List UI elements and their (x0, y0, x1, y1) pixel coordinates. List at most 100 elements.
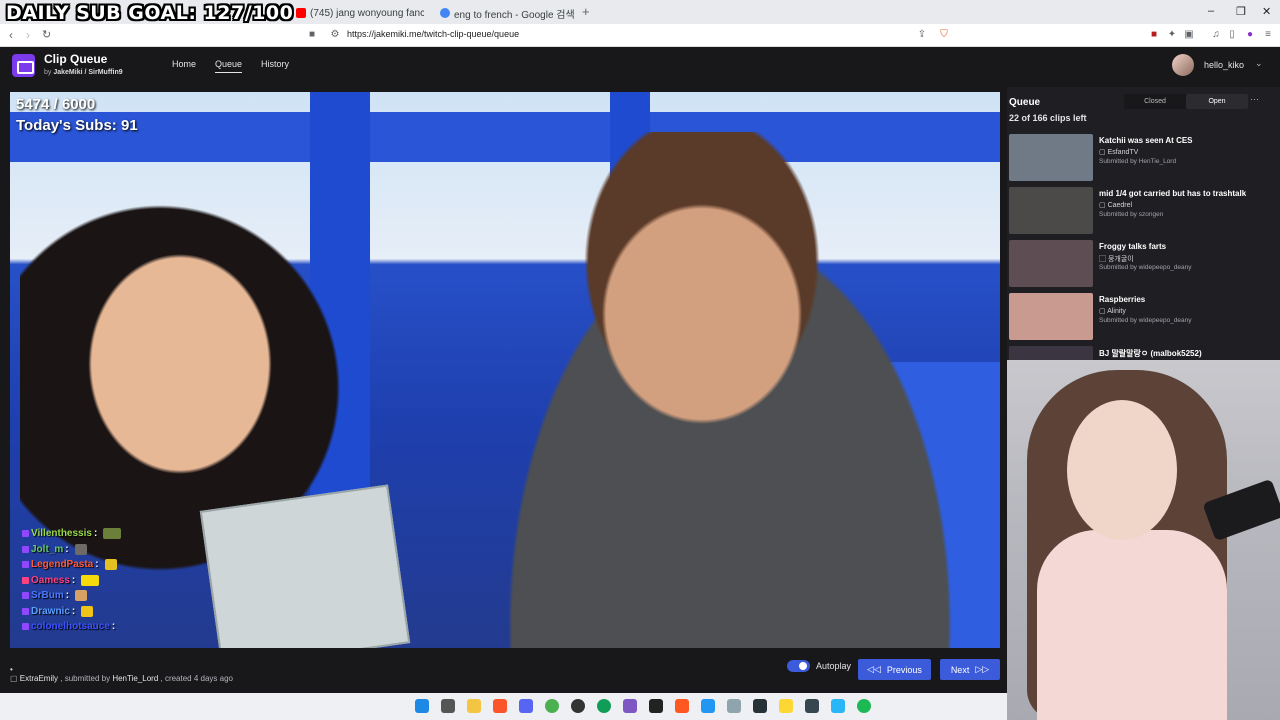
clip-submitter: HenTie_Lord (112, 674, 159, 683)
bookmark-icon[interactable]: ■ (306, 29, 318, 41)
brave-icon[interactable] (493, 699, 507, 713)
sub-counter: 5474 / 6000 (16, 96, 96, 113)
chat-bubble-icon: ▢ (10, 674, 18, 683)
media-icon[interactable]: ♫ (1210, 29, 1222, 41)
new-tab-button[interactable]: + (582, 4, 590, 19)
brave-shield-icon[interactable]: ⛉ (938, 29, 950, 41)
user-name[interactable]: hello_kiko (1204, 60, 1244, 70)
app-authors: by JakeMiki / SirMuffin9 (44, 69, 123, 76)
queue-title: Queue (1009, 97, 1041, 108)
badge-icon (22, 561, 29, 569)
status-dot: • (10, 665, 13, 674)
chat-colon: : (65, 543, 69, 555)
queue-item[interactable]: mid 1/4 got carried but has to trashtalk… (1009, 187, 1274, 237)
menu-icon[interactable]: ≡ (1262, 29, 1274, 41)
sub-goal-overlay: DAILY SUB GOAL: 127/100 (6, 2, 294, 24)
emote-icon (75, 590, 88, 602)
queue-item[interactable]: Katchii was seen At CES ▢ EsfandTV Submi… (1009, 134, 1274, 184)
close-window-button[interactable]: ✕ (1262, 5, 1271, 18)
extension-icon[interactable]: ■ (1148, 29, 1160, 41)
share-icon[interactable]: ⇪ (916, 29, 928, 41)
clip-video[interactable]: 5474 / 6000 Today's Subs: 91 Villenthess… (10, 92, 1000, 648)
minimize-button[interactable]: – (1208, 5, 1214, 17)
brave-icon[interactable] (675, 699, 689, 713)
next-button[interactable]: Next ▷▷ (940, 659, 1000, 680)
queue-item[interactable]: Froggy talks farts ▢ 뭉개굴이 Submitted by w… (1009, 240, 1274, 290)
app-title: Clip Queue (44, 52, 108, 66)
nav-queue[interactable]: Queue (215, 59, 243, 73)
nav-home[interactable]: Home (172, 59, 196, 69)
windows-start-icon[interactable] (415, 699, 429, 713)
previous-button[interactable]: ◁◁ Previous (858, 659, 931, 680)
profile-icon[interactable]: ● (1244, 29, 1256, 41)
app-icon[interactable] (701, 699, 715, 713)
avatar[interactable] (1172, 54, 1194, 76)
chat-message: Jolt_m: (22, 542, 262, 558)
chat-user: LegendPasta (31, 559, 94, 571)
spotify-icon[interactable] (857, 699, 871, 713)
queue-item[interactable]: Raspberries ▢ Alinity Submitted by widep… (1009, 293, 1274, 343)
clip-title: Katchii was seen At CES (1099, 136, 1193, 145)
clip-thumbnail (1009, 293, 1093, 340)
tab-google[interactable]: eng to french - Google 검색 (440, 4, 574, 22)
chrome-icon[interactable] (545, 699, 559, 713)
google-icon (440, 8, 450, 18)
clip-channel[interactable]: ExtraEmily (20, 674, 58, 683)
nav-history[interactable]: History (261, 59, 289, 69)
previous-label: Previous (886, 664, 922, 675)
queue-item[interactable]: BJ 말랄말랑ㅇ (malbok5252) (1009, 346, 1274, 360)
tab-label: (745) jang wonyoung fancam - YouT (310, 7, 424, 19)
chat-user: Jolt_m (31, 543, 64, 555)
clip-submitter: Submitted by HenTie_Lord (1099, 158, 1177, 165)
discord-icon[interactable] (519, 699, 533, 713)
author-link[interactable]: SirMuffin9 (88, 69, 122, 76)
clip-channel: ▢ Alinity (1099, 308, 1126, 315)
autoplay-toggle[interactable] (787, 660, 810, 672)
channel-name: Alinity (1107, 308, 1126, 315)
autoplay-label: Autoplay (816, 661, 852, 671)
app-icon[interactable] (727, 699, 741, 713)
terminal-icon[interactable] (805, 699, 819, 713)
tab-youtube[interactable]: (745) jang wonyoung fancam - YouT (296, 4, 424, 22)
emote-icon (74, 543, 87, 555)
app-icon[interactable] (623, 699, 637, 713)
maximize-button[interactable]: ❐ (1236, 5, 1246, 18)
app-icon[interactable] (753, 699, 767, 713)
chat-user: SrBum (31, 590, 64, 602)
app-icon[interactable] (649, 699, 663, 713)
reload-icon[interactable]: ↻ (42, 28, 51, 41)
url-field[interactable]: https://jakemiki.me/twitch-clip-queue/qu… (347, 29, 519, 39)
obs-icon[interactable] (571, 699, 585, 713)
emote-icon (81, 605, 94, 617)
emote-icon (103, 528, 122, 540)
app-logo-icon[interactable] (12, 54, 35, 77)
back-icon[interactable]: ‹ (9, 28, 13, 42)
task-view-icon[interactable] (441, 699, 455, 713)
extension-icon[interactable]: ▣ (1183, 29, 1195, 41)
chat-message: colonelhotsauce: (22, 619, 262, 635)
chevron-down-icon[interactable]: ⌄ (1255, 58, 1263, 69)
channel-name: EsfandTV (1107, 149, 1139, 156)
app-icon[interactable] (831, 699, 845, 713)
site-settings-icon[interactable]: ⚙ (329, 29, 341, 41)
badge-icon (22, 623, 29, 631)
author-link[interactable]: JakeMiki / (53, 69, 86, 76)
chat-message: Villenthessis: (22, 526, 262, 542)
chat-user: Oamess (31, 574, 70, 586)
queue-open-button[interactable]: Open (1186, 94, 1248, 109)
clip-meta: ▢ ExtraEmily , submitted by HenTie_Lord … (10, 674, 233, 683)
edge-icon[interactable] (597, 699, 611, 713)
file-explorer-icon[interactable] (467, 699, 481, 713)
app-icon[interactable] (779, 699, 793, 713)
clip-title: BJ 말랄말랑ㅇ (malbok5252) (1099, 349, 1202, 358)
queue-closed-button[interactable]: Closed (1124, 94, 1186, 109)
clip-title: Raspberries (1099, 295, 1146, 304)
more-options-icon[interactable]: ··· (1250, 94, 1259, 104)
forward-icon[interactable]: › (26, 28, 30, 42)
clip-submitter: Submitted by widepeepo_deany (1099, 264, 1192, 271)
badge-icon (22, 545, 29, 553)
extension-icon[interactable]: ✦ (1166, 29, 1178, 41)
clip-thumbnail (1009, 240, 1093, 287)
sidebar-icon[interactable]: ▯ (1226, 29, 1238, 41)
address-bar: ‹ › ↻ ■ ⚙ https://jakemiki.me/twitch-cli… (0, 24, 1280, 47)
